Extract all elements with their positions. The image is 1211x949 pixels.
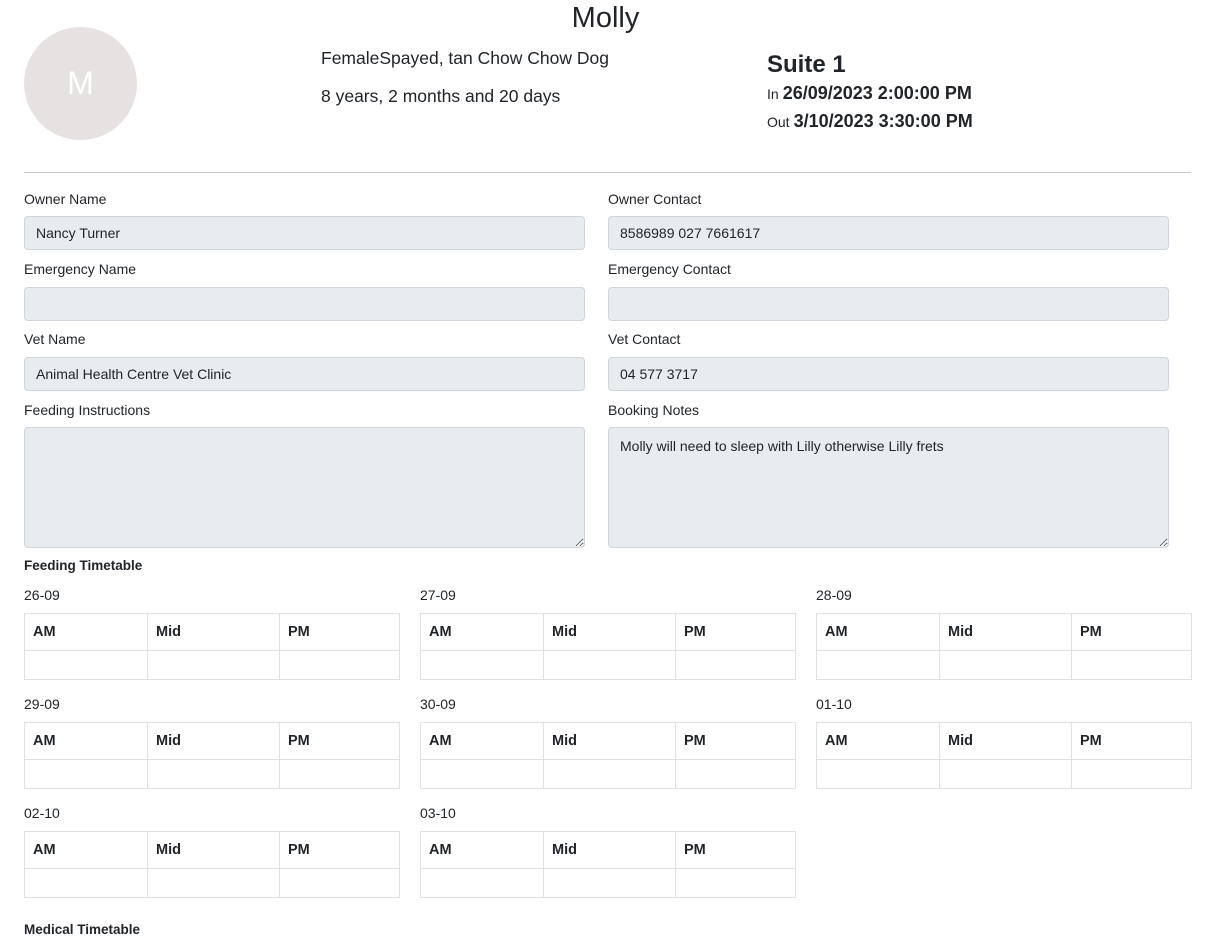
- feeding-cell[interactable]: [420, 868, 544, 898]
- owner-name-label: Owner Name: [24, 191, 107, 207]
- day-label: 30-09: [420, 696, 456, 712]
- column-header: Mid: [147, 613, 280, 651]
- feeding-cell[interactable]: [147, 650, 280, 680]
- feeding-day-table: AM Mid PM: [24, 831, 400, 898]
- vet-name-label: Vet Name: [24, 331, 86, 347]
- feeding-cell[interactable]: [939, 759, 1072, 789]
- medical-timetable-title: Medical Timetable: [24, 922, 141, 937]
- feeding-cell[interactable]: [279, 650, 400, 680]
- feeding-cell[interactable]: [279, 759, 400, 789]
- day-label: 03-10: [420, 805, 456, 821]
- pet-name: Molly: [571, 2, 640, 34]
- column-header: Mid: [543, 613, 676, 651]
- check-out-value: 3/10/2023 3:30:00 PM: [793, 111, 973, 131]
- feeding-cell[interactable]: [543, 868, 676, 898]
- vet-name-input[interactable]: [24, 357, 585, 391]
- column-header: Mid: [147, 722, 280, 760]
- avatar: M: [24, 27, 137, 140]
- column-header: PM: [279, 722, 400, 760]
- feeding-instructions-textarea[interactable]: [24, 427, 585, 548]
- owner-contact-input[interactable]: [608, 216, 1169, 250]
- day-label: 02-10: [24, 805, 60, 821]
- feeding-cell[interactable]: [675, 759, 796, 789]
- vet-contact-input[interactable]: [608, 357, 1169, 391]
- column-header: AM: [24, 613, 148, 651]
- booking-notes-label: Booking Notes: [608, 402, 700, 418]
- feeding-cell[interactable]: [675, 650, 796, 680]
- day-label: 27-09: [420, 587, 456, 603]
- column-header: Mid: [543, 722, 676, 760]
- feeding-cell[interactable]: [543, 650, 676, 680]
- emergency-name-input[interactable]: [24, 287, 585, 321]
- column-header: Mid: [543, 831, 676, 869]
- column-header: Mid: [939, 613, 1072, 651]
- feeding-day-table: AM Mid PM: [24, 722, 400, 789]
- check-in-label: In: [767, 86, 779, 102]
- column-header: Mid: [939, 722, 1072, 760]
- feeding-cell[interactable]: [675, 868, 796, 898]
- feeding-cell[interactable]: [1071, 759, 1192, 789]
- feeding-day-table: AM Mid PM: [24, 613, 400, 680]
- feeding-cell[interactable]: [24, 868, 148, 898]
- column-header: AM: [816, 613, 940, 651]
- day-label: 28-09: [816, 587, 852, 603]
- vet-contact-label: Vet Contact: [608, 331, 681, 347]
- feeding-cell[interactable]: [279, 868, 400, 898]
- day-label: 01-10: [816, 696, 852, 712]
- day-label: 29-09: [24, 696, 60, 712]
- feeding-day-table: AM Mid PM: [420, 831, 796, 898]
- owner-name-input[interactable]: [24, 216, 585, 250]
- emergency-name-label: Emergency Name: [24, 261, 137, 277]
- feeding-cell[interactable]: [1071, 650, 1192, 680]
- header-divider: [24, 172, 1191, 173]
- column-header: PM: [279, 613, 400, 651]
- column-header: AM: [24, 831, 148, 869]
- day-label: 26-09: [24, 587, 60, 603]
- feeding-day-table: AM Mid PM: [816, 613, 1192, 680]
- column-header: AM: [24, 722, 148, 760]
- column-header: PM: [279, 831, 400, 869]
- feeding-cell[interactable]: [147, 759, 280, 789]
- feeding-cell[interactable]: [420, 759, 544, 789]
- feeding-timetable-title: Feeding Timetable: [24, 558, 143, 573]
- suite-name: Suite 1: [767, 51, 846, 78]
- emergency-contact-label: Emergency Contact: [608, 261, 731, 277]
- feeding-cell[interactable]: [816, 759, 940, 789]
- column-header: AM: [420, 831, 544, 869]
- booking-summary: Suite 1 In 26/09/2023 2:00:00 PM Out 3/10/…: [767, 50, 973, 136]
- feeding-cell[interactable]: [24, 650, 148, 680]
- owner-contact-label: Owner Contact: [608, 191, 702, 207]
- feeding-cell[interactable]: [147, 868, 280, 898]
- feeding-day-table: AM Mid PM: [420, 613, 796, 680]
- check-out-label: Out: [767, 114, 790, 130]
- feeding-cell[interactable]: [939, 650, 1072, 680]
- pet-description: FemaleSpayed, tan Chow Chow Dog: [321, 48, 609, 68]
- feeding-day-table: AM Mid PM: [816, 722, 1192, 789]
- feeding-cell[interactable]: [24, 759, 148, 789]
- feeding-instructions-label: Feeding Instructions: [24, 402, 151, 418]
- column-header: PM: [675, 831, 796, 869]
- pet-age: 8 years, 2 months and 20 days: [321, 86, 561, 106]
- column-header: PM: [675, 613, 796, 651]
- feeding-day-table: AM Mid PM: [420, 722, 796, 789]
- column-header: PM: [1071, 613, 1192, 651]
- check-in: In 26/09/2023 2:00:00 PM: [767, 80, 973, 108]
- column-header: AM: [816, 722, 940, 760]
- booking-notes-textarea[interactable]: Molly will need to sleep with Lilly othe…: [608, 427, 1169, 548]
- feeding-cell[interactable]: [543, 759, 676, 789]
- feeding-cell[interactable]: [816, 650, 940, 680]
- feeding-cell[interactable]: [420, 650, 544, 680]
- emergency-contact-input[interactable]: [608, 287, 1169, 321]
- column-header: AM: [420, 722, 544, 760]
- column-header: Mid: [147, 831, 280, 869]
- avatar-initial: M: [67, 65, 94, 101]
- column-header: PM: [1071, 722, 1192, 760]
- column-header: PM: [675, 722, 796, 760]
- column-header: AM: [420, 613, 544, 651]
- check-out: Out 3/10/2023 3:30:00 PM: [767, 108, 973, 136]
- check-in-value: 26/09/2023 2:00:00 PM: [782, 83, 972, 103]
